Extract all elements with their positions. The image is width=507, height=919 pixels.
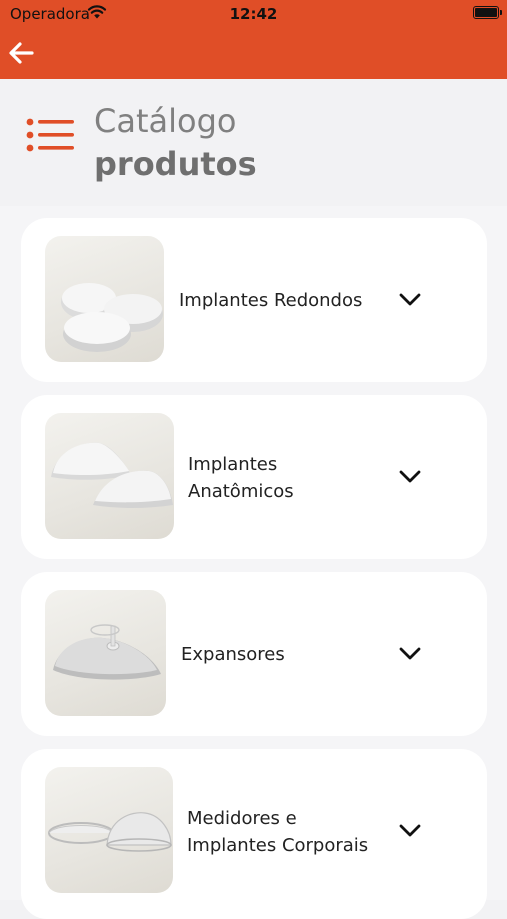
chevron-down-icon[interactable] [398, 288, 422, 312]
clock: 12:42 [229, 5, 278, 23]
expander-image [53, 624, 161, 680]
category-image [45, 590, 166, 716]
category-label: Implantes Redondos [179, 290, 363, 311]
back-button[interactable] [5, 37, 37, 69]
battery-icon [473, 6, 502, 19]
category-label: Medidores e Implantes Corporais [187, 808, 369, 856]
round-implants-image [61, 283, 163, 352]
status-bar: Operadora 12:42 [0, 0, 507, 30]
category-image [45, 767, 173, 893]
sizers-image [48, 812, 172, 852]
page-subtitle: produtos [94, 145, 257, 183]
arrow-left-icon [9, 42, 34, 64]
chevron-down-icon[interactable] [398, 642, 422, 666]
page-title: Catálogo [94, 102, 237, 140]
page-header [0, 79, 507, 206]
category-card-medidores[interactable]: Medidores e Implantes Corporais [21, 749, 487, 919]
anatomical-implants-image [51, 442, 173, 508]
category-card-expansores[interactable]: Expansores [21, 572, 487, 736]
chevron-down-icon[interactable] [398, 465, 422, 489]
category-image [45, 413, 174, 539]
category-card-implantes-redondos[interactable]: Implantes Redondos [21, 218, 487, 382]
category-label: Implantes Anatômicos [188, 454, 294, 502]
category-card-implantes-anatomicos[interactable]: Implantes Anatômicos [21, 395, 487, 559]
category-label: Expansores [181, 644, 285, 665]
list-menu-icon[interactable] [24, 115, 76, 155]
category-image [45, 236, 164, 362]
chevron-down-icon[interactable] [398, 819, 422, 843]
